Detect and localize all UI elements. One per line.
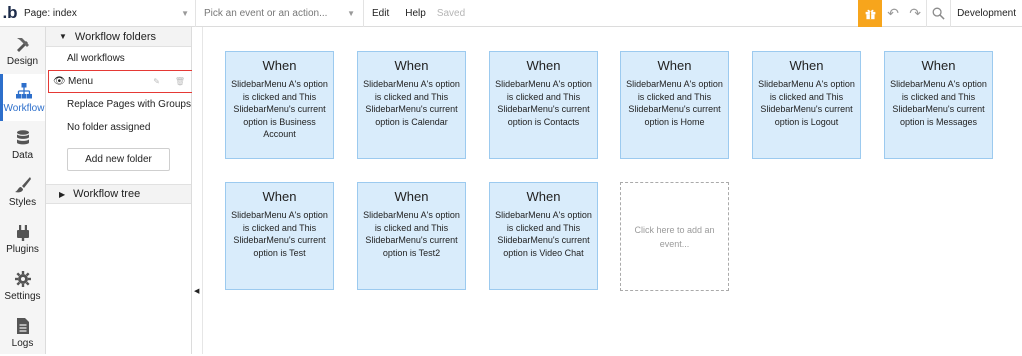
card-description: SlidebarMenu A's option is clicked and T… <box>626 79 723 127</box>
card-when: When <box>526 189 561 204</box>
caret-down-icon: ▼ <box>59 32 67 41</box>
nav-plugins[interactable]: Plugins <box>0 215 45 262</box>
card-description: SlidebarMenu A's option is clicked and T… <box>758 79 855 127</box>
workflow-card[interactable]: When SlidebarMenu A's option is clicked … <box>489 51 598 159</box>
workflow-panel: ▼ Workflow folders All workflows 👁 Menu … <box>46 27 194 354</box>
folder-all-workflows[interactable]: All workflows <box>46 47 191 70</box>
nav-label: Styles <box>8 196 37 208</box>
card-when: When <box>526 58 561 73</box>
undo-icon[interactable]: ↶ <box>882 0 904 27</box>
caret-right-icon: ▶ <box>59 189 66 199</box>
panel-collapse-handle[interactable]: ◀ <box>192 27 203 354</box>
styles-icon <box>14 176 31 192</box>
folder-menu[interactable]: 👁 Menu ✎ 🗑 <box>48 70 194 93</box>
card-when: When <box>394 189 429 204</box>
card-when: When <box>657 58 692 73</box>
nav-settings[interactable]: Settings <box>0 262 45 309</box>
nav-workflow[interactable]: Workflow <box>0 74 45 121</box>
nav-label: Workflow <box>3 102 45 114</box>
card-when: When <box>921 58 956 73</box>
gift-icon[interactable] <box>858 0 883 27</box>
card-description: SlidebarMenu A's option is clicked and T… <box>363 79 460 127</box>
add-event-placeholder[interactable]: Click here to add an event... <box>620 182 729 291</box>
workflow-card[interactable]: When SlidebarMenu A's option is clicked … <box>357 182 466 290</box>
event-action-placeholder: Pick an event or an action... <box>204 7 328 19</box>
card-description: SlidebarMenu A's option is clicked and T… <box>890 79 987 127</box>
plugins-icon <box>16 224 29 241</box>
help-menu[interactable]: Help <box>397 8 434 19</box>
workflow-card[interactable]: When SlidebarMenu A's option is clicked … <box>489 182 598 290</box>
nav-styles[interactable]: Styles <box>0 168 45 215</box>
chevron-down-icon: ▼ <box>347 8 355 18</box>
workflow-folders-header[interactable]: ▼ Workflow folders <box>46 27 191 47</box>
page-selector-label: Page: index <box>24 7 77 19</box>
top-bar: .b Page: index ▼ Pick an event or an act… <box>0 0 1022 27</box>
search-icon[interactable] <box>926 0 950 27</box>
nav-label: Settings <box>4 290 41 302</box>
card-when: When <box>262 189 297 204</box>
card-description: SlidebarMenu A's option is clicked and T… <box>363 210 460 258</box>
folder-label: Menu <box>68 76 94 87</box>
workflow-folders-title: Workflow folders <box>74 30 157 43</box>
workflow-card[interactable]: When SlidebarMenu A's option is clicked … <box>357 51 466 159</box>
nav-data[interactable]: Data <box>0 121 45 168</box>
edit-menu[interactable]: Edit <box>364 8 397 19</box>
bubble-logo[interactable]: .b <box>0 0 20 27</box>
card-when: When <box>262 58 297 73</box>
pencil-icon[interactable]: ✎ <box>153 77 160 86</box>
workflow-canvas[interactable]: When SlidebarMenu A's option is clicked … <box>204 27 1022 354</box>
page-selector[interactable]: Page: index ▼ <box>20 0 196 27</box>
folder-no-folder[interactable]: No folder assigned <box>46 116 191 139</box>
workflow-card[interactable]: When SlidebarMenu A's option is clicked … <box>225 51 334 159</box>
left-navigation: Design Workflow Data Styles Plugins Sett… <box>0 27 46 354</box>
nav-label: Logs <box>11 337 34 349</box>
card-description: SlidebarMenu A's option is clicked and T… <box>495 210 592 258</box>
card-when: When <box>789 58 824 73</box>
chevron-down-icon: ▼ <box>181 8 189 18</box>
workflow-card[interactable]: When SlidebarMenu A's option is clicked … <box>884 51 993 159</box>
nav-label: Plugins <box>6 243 39 255</box>
settings-icon <box>14 270 31 287</box>
event-action-search[interactable]: Pick an event or an action... ▼ <box>196 0 364 27</box>
workflow-card[interactable]: When SlidebarMenu A's option is clicked … <box>752 51 861 159</box>
design-icon <box>16 37 29 52</box>
workflow-tree-header[interactable]: ▶ Workflow tree <box>46 184 191 204</box>
card-when: When <box>394 58 429 73</box>
nav-design[interactable]: Design <box>0 27 45 74</box>
folder-replace-pages[interactable]: Replace Pages with Groups <box>46 93 191 116</box>
card-description: SlidebarMenu A's option is clicked and T… <box>495 79 592 127</box>
logs-icon <box>16 317 29 334</box>
workflow-card[interactable]: When SlidebarMenu A's option is clicked … <box>620 51 729 159</box>
caret-left-icon: ◀ <box>194 288 200 295</box>
add-new-folder-button[interactable]: Add new folder <box>67 148 170 171</box>
card-description: SlidebarMenu A's option is clicked and T… <box>231 79 328 139</box>
nav-label: Design <box>6 55 39 67</box>
trash-icon[interactable]: 🗑 <box>175 77 185 86</box>
nav-label: Data <box>11 149 34 161</box>
workflow-tree-title: Workflow tree <box>73 188 141 200</box>
version-selector[interactable]: Development <box>950 0 1022 27</box>
nav-logs[interactable]: Logs <box>0 309 45 356</box>
redo-icon[interactable]: ↷ <box>904 0 926 27</box>
workflow-icon <box>16 82 32 98</box>
saved-status: Saved <box>436 7 466 19</box>
workflow-card[interactable]: When SlidebarMenu A's option is clicked … <box>225 182 334 290</box>
card-description: SlidebarMenu A's option is clicked and T… <box>231 210 328 258</box>
eye-icon[interactable]: 👁 <box>53 76 66 87</box>
data-icon <box>16 129 29 144</box>
